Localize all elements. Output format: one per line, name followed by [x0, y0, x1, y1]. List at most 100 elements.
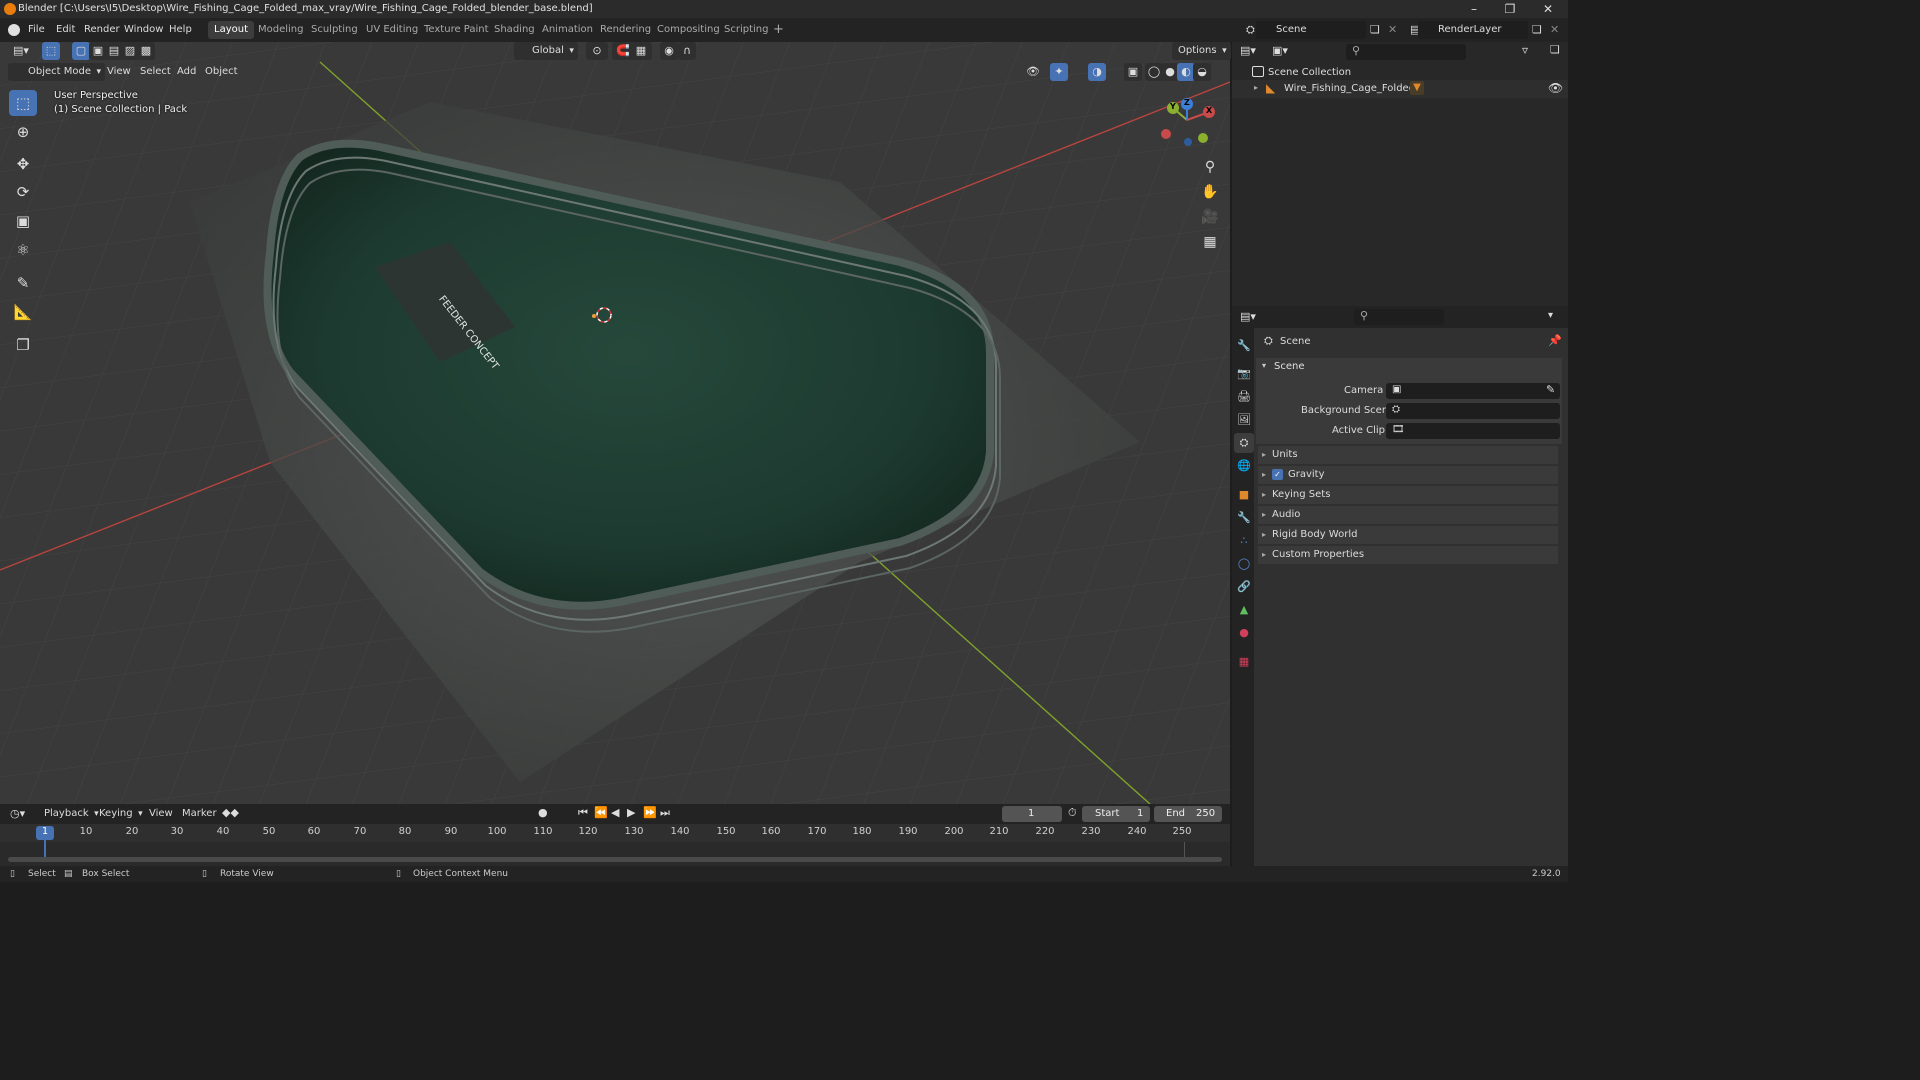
tab-animation[interactable]: Animation — [536, 21, 599, 39]
tab-scripting[interactable]: Scripting — [718, 21, 774, 39]
delete-layer-icon[interactable]: ✕ — [1550, 23, 1559, 36]
filter-icon[interactable]: ▿ — [1522, 43, 1528, 57]
jump-end-icon[interactable]: ⏭ — [660, 806, 670, 820]
scale-tool-icon[interactable]: ▣ — [9, 208, 37, 234]
prev-key-icon[interactable]: ⏪ — [594, 806, 608, 819]
render-layer-field[interactable]: RenderLayer — [1418, 21, 1528, 39]
play-reverse-icon[interactable]: ◀ — [611, 806, 619, 819]
camera-field[interactable] — [1386, 383, 1560, 399]
select-new-icon[interactable]: ▢ — [72, 42, 90, 60]
tab-compositing[interactable]: Compositing — [651, 21, 726, 39]
visibility-icon[interactable]: 👁 — [1020, 63, 1046, 81]
add-workspace-button[interactable]: + — [767, 21, 790, 39]
display-mode-icon[interactable]: ▣▾ — [1272, 44, 1288, 57]
options-dropdown[interactable]: Options — [1172, 42, 1231, 60]
tab-modeling[interactable]: Modeling — [252, 21, 310, 39]
tab-rendering[interactable]: Rendering — [594, 21, 657, 39]
eye-visibility-icon[interactable]: 👁 — [1548, 81, 1563, 95]
keyframe-icons[interactable]: ◆◆ — [222, 806, 239, 819]
tab-uv-editing[interactable]: UV Editing — [360, 21, 424, 39]
auto-key-icon[interactable]: ● — [538, 806, 548, 819]
menu-view[interactable]: View — [107, 63, 131, 81]
rendered-shading-icon[interactable]: ◒ — [1193, 63, 1211, 81]
panel-audio[interactable]: ▸ Audio — [1258, 506, 1558, 524]
3d-viewport[interactable]: FEEDER CONCEPT Y Z X User Perspective (1… — [0, 42, 1230, 804]
panel-keying-sets[interactable]: ▸ Keying Sets — [1258, 486, 1558, 504]
modifier-tab-icon[interactable]: 🔧 — [1234, 508, 1254, 528]
menu-add[interactable]: Add — [177, 63, 196, 81]
object-tab-icon[interactable]: ■ — [1234, 485, 1254, 505]
camera-view-icon[interactable]: 🎥 — [1198, 206, 1222, 228]
maximize-icon[interactable]: ❐ — [1492, 0, 1528, 18]
constraints-tab-icon[interactable]: 🔗 — [1234, 577, 1254, 597]
select-mode-icon[interactable]: ⬚ — [42, 42, 60, 60]
timeline-view-menu[interactable]: View — [149, 805, 173, 823]
tab-shading[interactable]: Shading — [488, 21, 541, 39]
menu-help[interactable]: Help — [167, 18, 194, 42]
ortho-grid-icon[interactable]: ▦ — [1198, 231, 1222, 253]
gravity-checkbox[interactable]: ✓ — [1272, 469, 1283, 480]
snap-target-icon[interactable]: ▦ — [630, 42, 652, 60]
eyedropper-icon[interactable]: ✎ — [1546, 383, 1555, 396]
falloff-icon[interactable]: ∩ — [678, 42, 696, 60]
close-icon[interactable]: ✕ — [1530, 0, 1566, 18]
menu-edit[interactable]: Edit — [54, 18, 77, 42]
panel-gravity[interactable]: ▸ ✓ Gravity — [1258, 466, 1558, 484]
transform-orientation-dropdown[interactable]: Global — [514, 42, 578, 60]
minimize-icon[interactable]: – — [1456, 0, 1492, 18]
outliner-editor-icon[interactable]: ▤▾ — [1240, 44, 1256, 57]
select-box-tool-icon[interactable]: ⬚ — [9, 90, 37, 116]
zoom-icon[interactable]: ⚲ — [1198, 156, 1222, 178]
physics-tab-icon[interactable]: ◯ — [1234, 554, 1254, 574]
new-scene-icon[interactable]: ❏ — [1370, 23, 1380, 36]
panel-units[interactable]: ▸ Units — [1258, 446, 1558, 464]
xray-icon[interactable]: ▣ — [1124, 63, 1142, 81]
timeline-editor-icon[interactable]: ◷▾ — [10, 807, 25, 820]
scene-panel-header[interactable]: ▾ Scene — [1256, 358, 1562, 376]
object-mode-dropdown[interactable]: Object Mode — [8, 63, 105, 81]
tab-texture-paint[interactable]: Texture Paint — [418, 21, 495, 39]
data-tab-icon[interactable]: ▲ — [1234, 600, 1254, 620]
play-icon[interactable]: ▶ — [627, 806, 635, 819]
pin-icon[interactable]: 📌 — [1548, 334, 1562, 347]
transform-tool-icon[interactable]: ⚛ — [9, 237, 37, 263]
background-scene-field[interactable] — [1386, 403, 1560, 419]
overlay-toggle-icon[interactable]: ◑ — [1088, 63, 1106, 81]
editor-type-icon[interactable]: ▤▾ — [8, 42, 34, 60]
timeline-marker-menu[interactable]: Marker — [182, 805, 217, 823]
timer-icon[interactable]: ⏱ — [1068, 806, 1077, 820]
measure-tool-icon[interactable]: 📐 — [9, 299, 37, 325]
select-intersect-icon[interactable]: ▩ — [137, 42, 155, 60]
delete-scene-icon[interactable]: ✕ — [1388, 23, 1397, 36]
menu-object[interactable]: Object — [205, 63, 238, 81]
add-cube-tool-icon[interactable]: ❐ — [9, 332, 37, 358]
blender-menu-icon[interactable] — [8, 24, 20, 36]
pivot-point-icon[interactable]: ⊙ — [586, 42, 608, 60]
menu-window[interactable]: Window — [122, 18, 165, 42]
menu-render[interactable]: Render — [82, 18, 122, 42]
timeline-scrollbar[interactable] — [8, 857, 1222, 862]
tab-sculpting[interactable]: Sculpting — [305, 21, 364, 39]
gizmo-toggle-icon[interactable]: ✦ — [1050, 63, 1068, 81]
texture-tab-icon[interactable]: ▦ — [1234, 652, 1254, 672]
menu-select[interactable]: Select — [140, 63, 171, 81]
move-tool-icon[interactable]: ✥ — [9, 151, 37, 177]
cursor-tool-icon[interactable]: ⊕ — [9, 119, 37, 145]
rotate-tool-icon[interactable]: ⟳ — [9, 179, 37, 205]
output-tab-icon[interactable]: 🖨 — [1234, 387, 1254, 407]
properties-editor-icon[interactable]: ▤▾ — [1240, 310, 1256, 323]
next-key-icon[interactable]: ⏩ — [643, 806, 657, 819]
panel-custom-properties[interactable]: ▸ Custom Properties — [1258, 546, 1558, 564]
world-tab-icon[interactable]: 🌐 — [1234, 456, 1254, 476]
jump-start-icon[interactable]: ⏮ — [578, 806, 588, 820]
render-tab-icon[interactable]: 📷 — [1234, 364, 1254, 384]
particles-tab-icon[interactable]: ∴ — [1234, 531, 1254, 551]
keying-dropdown[interactable]: Keying — [93, 805, 147, 823]
properties-options-icon[interactable]: ▾ — [1548, 310, 1553, 321]
active-clip-field[interactable] — [1386, 423, 1560, 439]
proportional-edit-icon[interactable]: ◉ — [660, 42, 678, 60]
annotate-tool-icon[interactable]: ✎ — [9, 270, 37, 296]
new-collection-icon[interactable]: ❏ — [1550, 43, 1560, 56]
pan-hand-icon[interactable]: ✋ — [1198, 181, 1222, 203]
view-layer-tab-icon[interactable]: 🖼 — [1234, 410, 1254, 430]
